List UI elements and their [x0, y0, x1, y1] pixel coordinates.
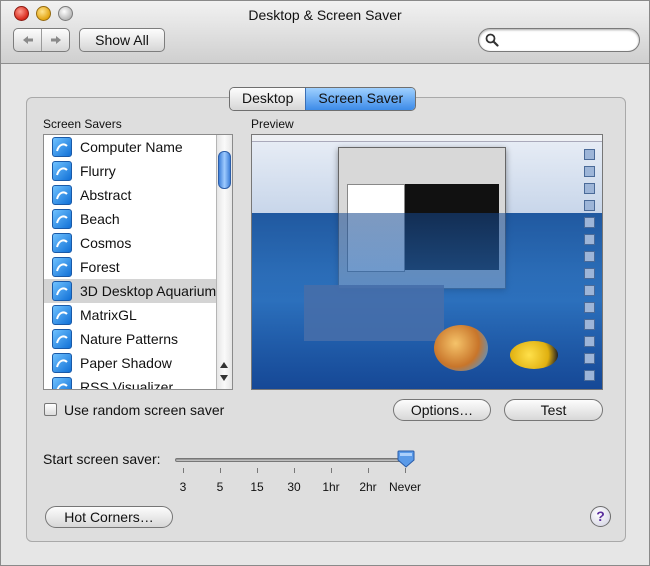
- list-item-label: Abstract: [80, 187, 132, 203]
- screen-saver-icon: [52, 137, 72, 157]
- slider-tick-label: 30: [287, 480, 301, 494]
- title-bar: Desktop & Screen Saver Show All: [1, 1, 649, 64]
- preview-rock-image: [304, 285, 444, 341]
- list-item-label: Flurry: [80, 163, 116, 179]
- screen-saver-icon: [52, 377, 72, 389]
- back-button[interactable]: [14, 29, 41, 51]
- hot-corners-button[interactable]: Hot Corners…: [45, 506, 173, 528]
- list-item-label: Paper Shadow: [80, 355, 172, 371]
- list-item-selected[interactable]: 3D Desktop Aquarium: [44, 279, 218, 303]
- preview-heading: Preview: [251, 117, 294, 131]
- tab-bar: Desktop Screen Saver: [229, 87, 417, 111]
- list-item[interactable]: Computer Name: [44, 135, 218, 159]
- screen-saver-list[interactable]: Computer Name Flurry Abstract Beach Cosm…: [43, 134, 233, 390]
- options-button[interactable]: Options…: [393, 399, 491, 421]
- screen-saver-icon: [52, 329, 72, 349]
- slider-tick: [368, 468, 369, 473]
- list-item[interactable]: Forest: [44, 255, 218, 279]
- tab-screen-saver[interactable]: Screen Saver: [305, 88, 416, 110]
- back-arrow-icon: [22, 36, 33, 44]
- preview-dock-icons: [580, 143, 598, 383]
- slider-tick-label: 3: [179, 480, 187, 494]
- search-icon: [485, 33, 499, 47]
- screen-saver-icon: [52, 209, 72, 229]
- list-item[interactable]: Abstract: [44, 183, 218, 207]
- preview-menubar-image: [252, 135, 602, 142]
- list-item-label: Nature Patterns: [80, 331, 179, 347]
- list-item-label: Computer Name: [80, 139, 183, 155]
- yellow-fish-image: [510, 341, 558, 369]
- list-item-label: Forest: [80, 259, 120, 275]
- slider-tick: [183, 468, 184, 473]
- slider-tick: [257, 468, 258, 473]
- help-button[interactable]: ?: [590, 506, 611, 527]
- screen-savers-heading: Screen Savers: [43, 117, 122, 131]
- slider-tick-label: Never: [388, 480, 421, 494]
- list-item[interactable]: Beach: [44, 207, 218, 231]
- scroll-up-arrow-icon[interactable]: [220, 362, 228, 368]
- list-item-label: 3D Desktop Aquarium: [80, 283, 217, 299]
- slider-tick: [220, 468, 221, 473]
- slider-tick-label: 1hr: [322, 480, 340, 494]
- list-item[interactable]: Paper Shadow: [44, 351, 218, 375]
- screen-saver-icon: [52, 233, 72, 253]
- forward-button[interactable]: [41, 29, 69, 51]
- forward-arrow-icon: [50, 36, 61, 44]
- start-screen-saver-label: Start screen saver:: [43, 451, 161, 467]
- slider-tick-label: 2hr: [359, 480, 377, 494]
- discus-fish-image: [434, 325, 488, 371]
- slider-tick: [405, 468, 406, 473]
- slider-tick: [331, 468, 332, 473]
- random-screen-saver-checkbox[interactable]: [44, 403, 57, 416]
- list-item-label: Beach: [80, 211, 120, 227]
- slider-tick-label: 15: [250, 480, 264, 494]
- screen-saver-icon: [52, 185, 72, 205]
- list-item[interactable]: Flurry: [44, 159, 218, 183]
- list-item-label: MatrixGL: [80, 307, 137, 323]
- window-title: Desktop & Screen Saver: [248, 7, 402, 23]
- back-forward-group: [13, 28, 70, 52]
- preferences-window: Desktop & Screen Saver Show All Desktop …: [0, 0, 650, 566]
- scroll-down-arrow-icon[interactable]: [220, 375, 228, 381]
- list-item-label: RSS Visualizer: [80, 379, 174, 390]
- list-item[interactable]: Cosmos: [44, 231, 218, 255]
- start-slider-track[interactable]: [175, 458, 411, 462]
- screen-saver-preview: [251, 134, 603, 390]
- show-all-button[interactable]: Show All: [79, 28, 165, 52]
- slider-tick-label: 5: [216, 480, 224, 494]
- screen-saver-icon: [52, 161, 72, 181]
- screen-saver-icon: [52, 257, 72, 277]
- slider-tick: [294, 468, 295, 473]
- random-screen-saver-label[interactable]: Use random screen saver: [64, 402, 224, 418]
- list-item-label: Cosmos: [80, 235, 132, 251]
- test-button[interactable]: Test: [504, 399, 603, 421]
- screen-saver-icon: [52, 353, 72, 373]
- list-item[interactable]: Nature Patterns: [44, 327, 218, 351]
- tab-desktop[interactable]: Desktop: [230, 88, 306, 110]
- scroll-thumb[interactable]: [218, 151, 231, 189]
- slider-knob-icon[interactable]: [397, 450, 415, 468]
- list-item[interactable]: RSS Visualizer: [44, 375, 218, 390]
- screen-saver-icon: [52, 305, 72, 325]
- search-input[interactable]: [478, 28, 640, 52]
- list-scrollbar[interactable]: [216, 135, 232, 389]
- list-item[interactable]: MatrixGL: [44, 303, 218, 327]
- screen-saver-icon: [52, 281, 72, 301]
